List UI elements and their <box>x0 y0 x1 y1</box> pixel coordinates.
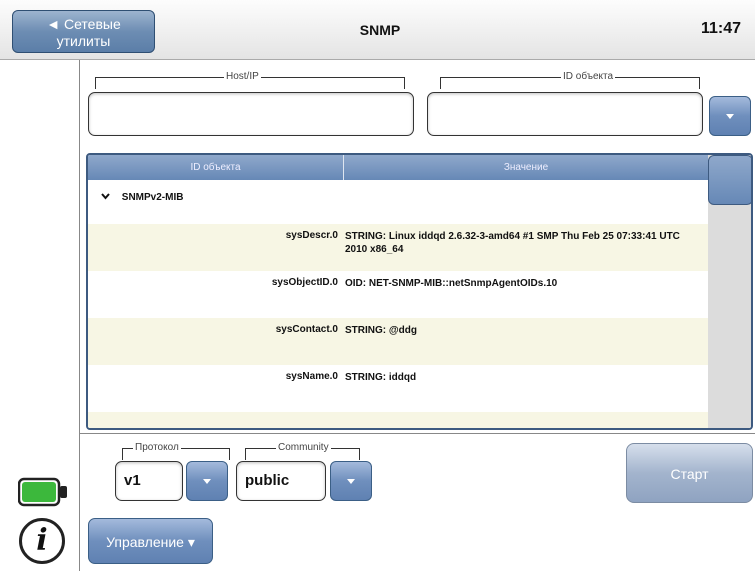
table-row[interactable]: sysObjectID.0 OID: NET-SNMP-MIB::netSnmp… <box>88 271 708 318</box>
table-header: ID объекта Значение <box>88 155 708 180</box>
host-input[interactable] <box>88 92 414 136</box>
table-row[interactable]: sysDescr.0 STRING: Linux iddqd 2.6.32-3-… <box>88 224 708 271</box>
protocol-input[interactable]: v1 <box>115 461 183 501</box>
row-value: STRING: @ddg <box>345 325 417 336</box>
community-dropdown-button[interactable] <box>330 461 372 501</box>
manage-menu-button[interactable]: Управление ▾ <box>88 518 213 564</box>
row-value: STRING: Linux iddqd 2.6.32-3-amd64 #1 SM… <box>345 231 680 255</box>
results-table[interactable]: ID объекта Значение SNMPv2-MIB sysDescr.… <box>86 153 753 430</box>
community-field-frame: Community <box>245 442 360 460</box>
table-row[interactable]: sysName.0 STRING: iddqd <box>88 365 708 412</box>
oid-input[interactable] <box>427 92 703 136</box>
protocol-field-frame: Протокол <box>122 442 230 460</box>
community-input[interactable]: public <box>236 461 326 501</box>
row-value: STRING: iddqd <box>345 372 417 383</box>
table-row[interactable]: sysContact.0 STRING: @ddg <box>88 318 708 365</box>
divider <box>80 433 755 434</box>
start-button[interactable]: Старт <box>626 443 753 503</box>
row-value: OID: NET-SNMP-MIB::netSnmpAgentOIDs.10 <box>345 278 558 289</box>
oid-field-label: ID объекта <box>561 71 616 82</box>
info-icon[interactable]: i <box>19 518 65 564</box>
collapse-arrow-icon[interactable] <box>101 192 119 203</box>
row-oid: sysName.0 <box>285 371 338 382</box>
row-oid: sysContact.0 <box>275 324 338 335</box>
scrollbar-thumb[interactable] <box>708 155 751 205</box>
battery-icon <box>17 477 70 507</box>
column-header-oid[interactable]: ID объекта <box>88 155 344 180</box>
oid-field-frame: ID объекта <box>440 71 700 89</box>
group-row[interactable]: SNMPv2-MIB <box>101 192 183 203</box>
row-oid: sysObjectID.0 <box>271 277 338 288</box>
page-title: SNMP <box>359 22 401 38</box>
community-field-label: Community <box>276 442 331 453</box>
oid-dropdown-button[interactable] <box>709 96 751 136</box>
row-oid: sysDescr.0 <box>285 230 338 241</box>
scrollbar[interactable] <box>708 155 751 428</box>
table-row-empty <box>88 412 708 428</box>
host-field-label: Host/IP <box>224 71 261 82</box>
host-field-frame: Host/IP <box>95 71 405 89</box>
column-header-value[interactable]: Значение <box>344 155 708 180</box>
protocol-field-label: Протокол <box>133 442 181 453</box>
group-label: SNMPv2-MIB <box>121 192 184 203</box>
clock: 11:47 <box>700 20 741 37</box>
protocol-dropdown-button[interactable] <box>186 461 228 501</box>
